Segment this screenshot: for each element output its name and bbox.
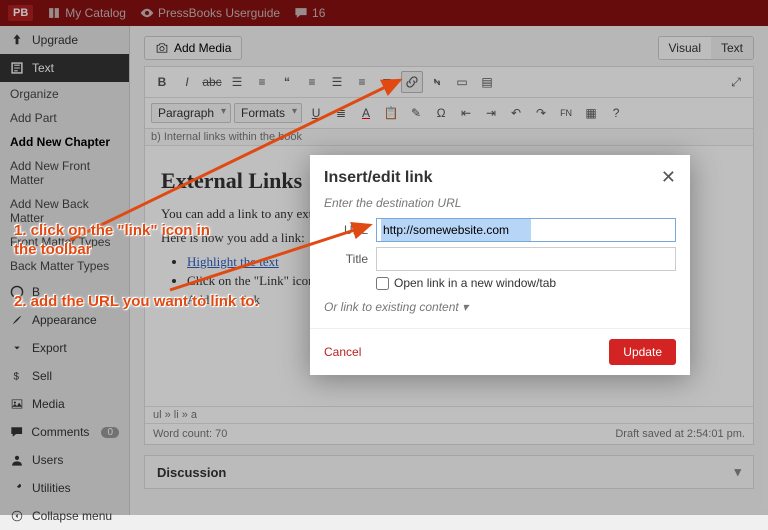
close-icon[interactable]: ✕: [661, 167, 676, 188]
toolbar-row-2: Paragraph Formats U ≣ A 📋 ✎ Ω ⇤ ⇥ ↶ ↷ FN…: [145, 98, 753, 129]
sidebar-item-add-part[interactable]: Add Part: [0, 106, 129, 130]
clear-format-button[interactable]: ✎: [405, 102, 427, 124]
link-button[interactable]: [401, 71, 423, 93]
align-justify-button[interactable]: ≣: [376, 71, 398, 93]
camera-icon: [155, 41, 169, 55]
link-existing-toggle[interactable]: Or link to existing content: [324, 300, 676, 314]
text-icon: [10, 61, 24, 75]
paste-text-button[interactable]: 📋: [380, 102, 402, 124]
unlink-button[interactable]: [426, 71, 448, 93]
tools-icon: [10, 481, 24, 495]
comments-link[interactable]: 16: [294, 6, 325, 20]
bold-button[interactable]: B: [151, 71, 173, 93]
align-left-button[interactable]: ≡: [301, 71, 323, 93]
newtab-checkbox[interactable]: [376, 277, 389, 290]
brush-icon: [10, 313, 24, 327]
more-button[interactable]: ▭: [451, 71, 473, 93]
underline-button[interactable]: U: [305, 102, 327, 124]
undo-button[interactable]: ↶: [505, 102, 527, 124]
word-count: Word count: 70: [153, 428, 227, 440]
modal-hint: Enter the destination URL: [324, 196, 676, 210]
title-input[interactable]: [376, 247, 676, 271]
svg-text:$: $: [14, 372, 20, 383]
italic-button[interactable]: I: [176, 71, 198, 93]
media-icon: [10, 397, 24, 411]
comment-icon: [10, 425, 23, 439]
align-right-button[interactable]: ≡: [351, 71, 373, 93]
annotation-step-2: 2. add the URL you want to link to.: [14, 293, 304, 312]
title-label: Title: [324, 252, 368, 266]
my-catalog-link[interactable]: My Catalog: [47, 6, 126, 20]
insert-link-modal: Insert/edit link ✕ Enter the destination…: [310, 155, 690, 375]
align-justify2-button[interactable]: ≣: [330, 102, 352, 124]
user-icon: [10, 453, 24, 467]
strike-button[interactable]: abc: [201, 71, 223, 93]
sidebar-item-add-front-matter[interactable]: Add New Front Matter: [0, 154, 129, 192]
upgrade-icon: [10, 33, 24, 47]
dollar-icon: $: [10, 369, 24, 383]
fn-button[interactable]: FN: [555, 102, 577, 124]
toolbar-toggle-button[interactable]: ▤: [476, 71, 498, 93]
sidebar-text[interactable]: Text: [0, 54, 129, 82]
sidebar-export[interactable]: Export: [0, 334, 129, 362]
add-media-button[interactable]: Add Media: [144, 36, 242, 60]
draft-status: Draft saved at 2:54:01 pm.: [615, 428, 745, 440]
text-color-button[interactable]: A: [355, 102, 377, 124]
sidebar-media[interactable]: Media: [0, 390, 129, 418]
unlink-icon: [430, 75, 444, 89]
blockquote-button[interactable]: “: [276, 71, 298, 93]
outdent-button[interactable]: ⇤: [455, 102, 477, 124]
bullet-list-button[interactable]: ☰: [226, 71, 248, 93]
discussion-panel[interactable]: Discussion ▾: [144, 455, 754, 489]
collapse-icon: [10, 509, 24, 523]
newtab-label: Open link in a new window/tab: [394, 276, 556, 290]
modal-title: Insert/edit link: [324, 169, 432, 187]
comment-icon: [294, 6, 308, 20]
url-input[interactable]: [376, 218, 676, 242]
fullscreen-button[interactable]: ⤢: [725, 71, 747, 93]
sidebar-item-add-chapter[interactable]: Add New Chapter: [0, 130, 129, 154]
userguide-link[interactable]: PressBooks Userguide: [140, 6, 280, 20]
special-char-button[interactable]: Ω: [430, 102, 452, 124]
update-button[interactable]: Update: [609, 339, 676, 365]
sidebar-comments[interactable]: Comments 0: [0, 418, 129, 446]
admin-sidebar: Upgrade Text Organize Add Part Add New C…: [0, 26, 130, 515]
brand-badge[interactable]: PB: [8, 5, 33, 21]
editor-mode-tabs: Visual Text: [658, 36, 754, 60]
tab-text[interactable]: Text: [711, 37, 753, 59]
url-label: URL: [324, 223, 368, 237]
indent-button[interactable]: ⇥: [480, 102, 502, 124]
cancel-button[interactable]: Cancel: [324, 345, 361, 359]
formats-select[interactable]: Formats: [234, 103, 302, 123]
toolbar-row-1: B I abc ☰ ≡ “ ≡ ☰ ≡ ≣ ▭ ▤ ⤢: [145, 67, 753, 98]
sidebar-sell[interactable]: $ Sell: [0, 362, 129, 390]
number-list-button[interactable]: ≡: [251, 71, 273, 93]
help-button[interactable]: ?: [605, 102, 627, 124]
paragraph-select[interactable]: Paragraph: [151, 103, 231, 123]
redo-button[interactable]: ↷: [530, 102, 552, 124]
chevron-down-icon[interactable]: ▾: [734, 464, 741, 480]
editor-element-path: ul » li » a: [145, 406, 753, 423]
book-icon: [47, 6, 61, 20]
link-icon: [405, 75, 419, 89]
sidebar-collapse[interactable]: Collapse menu: [0, 502, 129, 530]
comment-count-badge: 0: [101, 427, 119, 438]
sidebar-utilities[interactable]: Utilities: [0, 474, 129, 502]
sidebar-users[interactable]: Users: [0, 446, 129, 474]
sidebar-upgrade[interactable]: Upgrade: [0, 26, 129, 54]
panel-title: Discussion: [157, 465, 226, 480]
admin-topbar: PB My Catalog PressBooks Userguide 16: [0, 0, 768, 26]
eye-icon: [140, 6, 154, 20]
editor-breadcrumb: b) Internal links within the book: [145, 129, 753, 146]
export-icon: [10, 341, 24, 355]
table-button[interactable]: ▦: [580, 102, 602, 124]
sidebar-item-organize[interactable]: Organize: [0, 82, 129, 106]
annotation-step-1: 1. click on the "link" icon in the toolb…: [14, 222, 214, 260]
align-center-button[interactable]: ☰: [326, 71, 348, 93]
tab-visual[interactable]: Visual: [659, 37, 711, 59]
